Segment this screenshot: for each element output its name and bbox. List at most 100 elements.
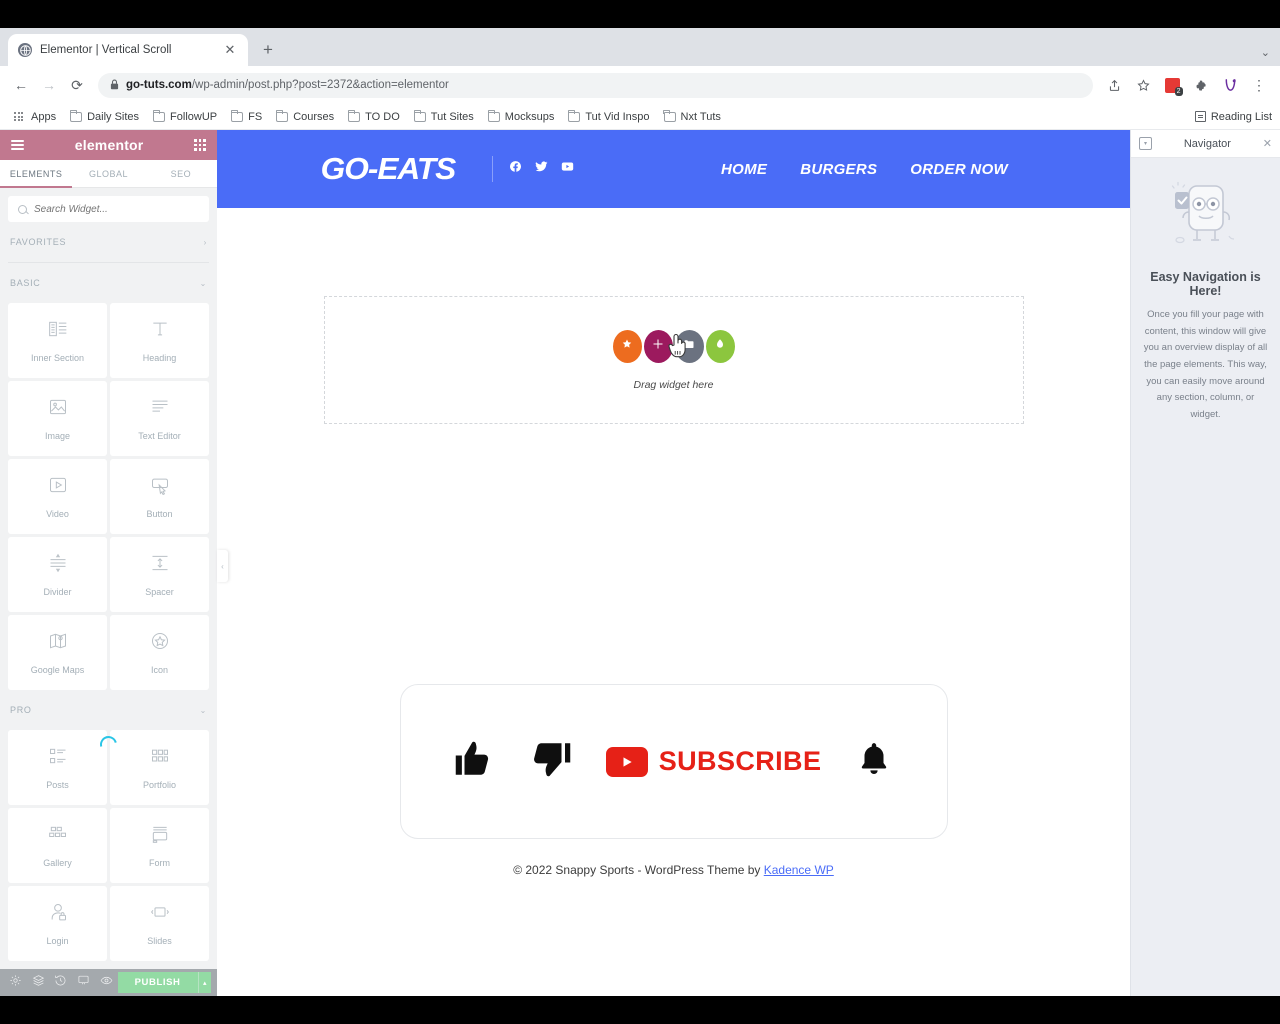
responsive-button[interactable]	[72, 969, 95, 996]
search-input[interactable]	[34, 203, 199, 215]
elementor-editor: elementor ELEMENTSGLOBALSEO FAVORITES ›	[0, 130, 1280, 996]
extension-icon	[1164, 77, 1183, 96]
plus-icon	[652, 337, 664, 355]
browser-menu-icon[interactable]: ⋮	[1246, 72, 1272, 98]
add-favorite-button[interactable]	[612, 329, 642, 363]
elementor-panel-footer: PUBLISH ▴	[0, 969, 217, 996]
site-logo[interactable]: GO-EATS	[321, 151, 457, 187]
tab-elements[interactable]: ELEMENTS	[0, 160, 73, 188]
widget-heading[interactable]: Heading	[110, 303, 209, 378]
subscribe-label: SUBSCRIBE	[658, 746, 822, 776]
extension-badge-icon[interactable]	[1159, 72, 1185, 98]
puzzle-extensions-icon[interactable]	[1188, 72, 1214, 98]
bookmark-daily-sites[interactable]: Daily Sites	[64, 108, 145, 126]
navigator-panel: ▾ Navigator ✕ Easy Navigation is Here! O…	[1130, 130, 1280, 996]
nav-link-burgers[interactable]: BURGERS	[800, 161, 877, 178]
section-header-favorites[interactable]: FAVORITES ›	[0, 222, 217, 262]
chevron-down-icon[interactable]: ⌄	[1261, 46, 1270, 59]
kadence-wp-link[interactable]: Kadence WP	[764, 863, 834, 877]
close-icon[interactable]: ✕	[222, 42, 238, 58]
share-icon[interactable]	[1101, 72, 1127, 98]
widget-text-editor[interactable]: Text Editor	[110, 381, 209, 456]
add-global-button[interactable]	[705, 329, 735, 363]
widget-form[interactable]: Form	[110, 808, 209, 883]
star-circle-icon	[150, 631, 170, 656]
elementor-widget-scroll[interactable]: FAVORITES › BASIC ⌄ Inner Section Heading…	[0, 188, 217, 969]
forward-button[interactable]: →	[36, 72, 62, 98]
nav-link-home[interactable]: HOME	[721, 161, 767, 178]
star-icon	[621, 337, 633, 355]
widget-icon[interactable]: Icon	[110, 615, 209, 690]
youtube-play-icon	[605, 746, 648, 777]
profile-avatar-icon[interactable]	[1217, 72, 1243, 98]
close-icon[interactable]: ✕	[1263, 137, 1272, 150]
browser-tab[interactable]: Elementor | Vertical Scroll ✕	[8, 34, 248, 66]
reading-list-button[interactable]: Reading List	[1194, 110, 1272, 123]
widget-image[interactable]: Image	[8, 381, 107, 456]
publish-options-caret[interactable]: ▴	[197, 972, 212, 993]
widget-button[interactable]: Button	[110, 459, 209, 534]
bell-icon[interactable]	[855, 740, 893, 783]
section-header-basic[interactable]: BASIC ⌄	[0, 263, 217, 303]
chevron-down-icon: ⌄	[199, 705, 207, 715]
tab-global[interactable]: GLOBAL	[72, 160, 144, 187]
new-tab-button[interactable]: +	[254, 36, 282, 64]
widget-google-maps[interactable]: Google Maps	[8, 615, 107, 690]
nav-link-order-now[interactable]: ORDER NOW	[910, 161, 1008, 178]
widget-spacer[interactable]: Spacer	[110, 537, 209, 612]
history-button[interactable]	[49, 969, 72, 996]
page-canvas: GO-EATS HOME BURGERS ORDER NOW Drag widget…	[217, 130, 1130, 996]
widget-dropzone[interactable]: Drag widget here	[323, 296, 1024, 424]
preview-button[interactable]	[95, 969, 118, 996]
bookmark-tut-vid-inspo[interactable]: Tut Vid Inspo	[562, 108, 655, 126]
publish-button[interactable]: PUBLISH	[117, 972, 198, 993]
youtube-icon[interactable]	[561, 160, 574, 178]
settings-button[interactable]	[4, 969, 27, 996]
text-editor-icon	[150, 397, 170, 422]
social-links	[509, 160, 574, 178]
tab-seo[interactable]: SEO	[145, 160, 217, 187]
twitter-icon[interactable]	[535, 160, 548, 178]
widget-divider[interactable]: Divider	[8, 537, 107, 612]
section-label-favorites: FAVORITES	[10, 237, 67, 247]
bookmark-fs[interactable]: FS	[225, 108, 268, 126]
bookmark-label: Tut Sites	[430, 110, 474, 123]
address-bar[interactable]: go-tuts.com/wp-admin/post.php?post=2372&…	[98, 72, 1093, 98]
thumbs-down-icon[interactable]	[530, 738, 572, 785]
facebook-icon[interactable]	[509, 160, 522, 178]
search-widget-field[interactable]	[8, 196, 209, 222]
navigator-button[interactable]	[27, 969, 50, 996]
reload-button[interactable]: ⟳	[64, 72, 90, 98]
widget-posts[interactable]: Posts	[8, 730, 107, 805]
apps-grid-icon[interactable]	[194, 139, 206, 151]
widget-label: Gallery	[43, 857, 72, 868]
youtube-subscribe-block[interactable]: SUBSCRIBE	[605, 746, 822, 777]
bookmark-to-do[interactable]: TO DO	[342, 108, 406, 126]
chevron-right-icon: ›	[203, 237, 207, 247]
copyright-text: © 2022 Snappy Sports - WordPress Theme b…	[513, 863, 764, 877]
bookmark-nxt-tuts[interactable]: Nxt Tuts	[658, 108, 727, 126]
bookmark-tut-sites[interactable]: Tut Sites	[408, 108, 480, 126]
url-domain: go-tuts.com	[126, 79, 192, 91]
panel-collapse-handle[interactable]: ‹	[217, 550, 228, 582]
widget-slides[interactable]: Slides	[110, 886, 209, 961]
widget-portfolio[interactable]: Portfolio	[110, 730, 209, 805]
section-header-pro[interactable]: PRO ⌄	[0, 690, 217, 730]
bookmark-star-icon[interactable]	[1130, 72, 1156, 98]
bookmark-label: Tut Vid Inspo	[585, 110, 650, 123]
bookmark-followup[interactable]: FollowUP	[147, 108, 223, 126]
bookmark-courses[interactable]: Courses	[270, 108, 340, 126]
elementor-panel-header: elementor	[0, 130, 217, 160]
widget-video[interactable]: Video	[8, 459, 107, 534]
reading-list-label: Reading List	[1210, 110, 1272, 123]
bookmark-apps[interactable]: Apps	[8, 108, 62, 126]
dock-panel-icon[interactable]: ▾	[1139, 137, 1152, 150]
hamburger-icon[interactable]	[11, 139, 24, 151]
widget-gallery[interactable]: Gallery	[8, 808, 107, 883]
widget-label: Text Editor	[138, 430, 181, 441]
back-button[interactable]: ←	[8, 72, 34, 98]
thumbs-up-icon[interactable]	[454, 738, 496, 785]
bookmark-mocksups[interactable]: Mocksups	[482, 108, 561, 126]
widget-login[interactable]: Login	[8, 886, 107, 961]
widget-inner-section[interactable]: Inner Section	[8, 303, 107, 378]
